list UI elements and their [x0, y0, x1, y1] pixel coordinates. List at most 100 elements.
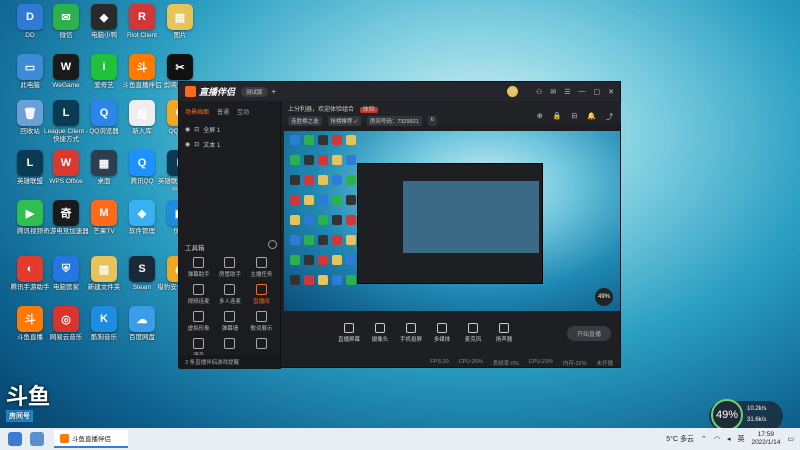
control-button[interactable]: 多媒体: [430, 323, 454, 343]
tools-title: 工具箱: [185, 245, 205, 252]
tool-item[interactable]: 主播任务: [246, 257, 277, 278]
menu-icon[interactable]: ☰: [564, 88, 570, 96]
preview-icon: [318, 175, 328, 185]
app-title: 直播伴侣: [199, 87, 236, 97]
control-button[interactable]: 摄像头: [368, 323, 392, 343]
control-button[interactable]: 手机投屏: [399, 323, 423, 343]
scene-item[interactable]: ◉ ⊡ 全屏 1: [179, 122, 280, 137]
desktop-icon[interactable]: ▤ 图片: [156, 4, 204, 40]
app-icon: ◎: [53, 306, 79, 332]
app-icon: W: [53, 54, 79, 80]
lock-icon[interactable]: ⊡: [194, 141, 199, 148]
tool-icon: [255, 284, 267, 295]
eye-icon[interactable]: ◉: [185, 141, 190, 148]
scene-tabs: 场景画面 普通 互动: [179, 101, 280, 122]
tool-item[interactable]: 歌词展示: [246, 311, 277, 332]
preview-icon: [318, 215, 328, 225]
preview-icon: [290, 195, 300, 205]
minimize-icon[interactable]: —: [579, 88, 586, 95]
preview-icon: [304, 215, 314, 225]
app-icon: ✉: [53, 4, 79, 30]
app-icon: ◈: [129, 200, 155, 226]
share-icon[interactable]: ⤴: [606, 112, 613, 122]
add-icon[interactable]: ⊕: [537, 112, 543, 122]
tool-item[interactable]: 弹幕助手: [183, 257, 214, 278]
app-titlebar: 直播伴侣 测试版 + 斗 ⚇ ✉ ☰ — ▢ ✕: [179, 82, 620, 101]
taskbar-app[interactable]: 斗鱼直播伴侣: [54, 430, 128, 448]
tab[interactable]: 场景画面: [185, 107, 209, 116]
preview-icon: [346, 255, 356, 265]
tab[interactable]: 普通: [217, 107, 229, 116]
bell-icon[interactable]: 🔔: [587, 112, 596, 122]
app-icon: ▭: [17, 54, 43, 80]
tool-icon: [193, 338, 205, 349]
left-panel: 场景画面 普通 互动 ◉ ⊡ 全屏 1 ◉ ⊡ 文本 1 工具箱 弹幕助手 房管助手 主播任务 视频…: [179, 101, 281, 369]
tool-item[interactable]: 直播间: [246, 284, 277, 305]
scene-label: 文本 1: [203, 143, 221, 149]
lock-icon[interactable]: 🔒: [553, 112, 562, 122]
tool-item[interactable]: 房管助手: [214, 257, 245, 278]
tool-item[interactable]: 多人连麦: [214, 284, 245, 305]
app-icon: ◆: [91, 4, 117, 30]
preview-icon: [332, 195, 342, 205]
mail-icon[interactable]: ✉: [550, 88, 556, 96]
close-icon[interactable]: ✕: [608, 88, 614, 96]
preview-icon: [304, 135, 314, 145]
search-icon[interactable]: [30, 432, 44, 446]
tool-item[interactable]: 视频连麦: [183, 284, 214, 305]
tool-icon: [193, 257, 205, 268]
start-live-button[interactable]: 开始直播: [566, 325, 611, 341]
app-icon: Q: [129, 150, 155, 176]
gear-icon[interactable]: [268, 240, 277, 249]
notification-icon[interactable]: ▭: [787, 435, 794, 443]
notice-button[interactable]: 体验: [359, 107, 378, 113]
maximize-icon[interactable]: ▢: [594, 88, 601, 96]
network-gauge[interactable]: 49% 10.2k/s 31.6k/s: [709, 399, 783, 431]
control-button[interactable]: 直播屏幕: [337, 323, 361, 343]
layout-icon[interactable]: ⊟: [571, 112, 577, 122]
tool-icon: [224, 311, 236, 322]
taskbar: 斗鱼直播伴侣 5°C 多云 ⌃ ◠ ◂ 英 17:59 2022/1/14 ▭: [0, 428, 800, 450]
wifi-icon[interactable]: ◠: [714, 435, 720, 443]
preview-canvas[interactable]: 49%: [284, 131, 620, 311]
eye-icon[interactable]: ◉: [185, 126, 190, 133]
status-item: 内存:32%: [562, 361, 587, 367]
tool-label: 多人连麦: [218, 299, 241, 305]
preview-icon: [290, 235, 300, 245]
skin-icon[interactable]: ⚇: [536, 88, 542, 96]
preview-icon: [318, 195, 328, 205]
chevron-up-icon[interactable]: ⌃: [701, 435, 707, 443]
control-icon: [468, 323, 478, 333]
clock[interactable]: 17:59 2022/1/14: [751, 431, 780, 447]
scene-item[interactable]: ◉ ⊡ 文本 1: [179, 137, 280, 152]
lock-icon[interactable]: ⊡: [194, 126, 199, 133]
tool-item[interactable]: 弹幕墙: [214, 311, 245, 332]
tip-bar[interactable]: 3 条直播伴侣游戏提醒: [179, 355, 280, 369]
nested-preview-inner: [403, 181, 539, 253]
preview-icon: [318, 275, 328, 285]
preview-icon: [346, 175, 356, 185]
desktop-icon[interactable]: ☁ 百度网盘: [118, 306, 166, 342]
tab[interactable]: 互动: [237, 107, 249, 116]
preview-icon: [332, 215, 342, 225]
start-icon[interactable]: [8, 432, 22, 446]
preview-icon: [318, 255, 328, 265]
add-icon[interactable]: +: [272, 87, 277, 96]
weather[interactable]: 5°C 多云: [666, 434, 694, 444]
preview-icon: [290, 155, 300, 165]
preview-icon: [304, 275, 314, 285]
preview-icon: [290, 135, 300, 145]
tool-item[interactable]: 虚拟形象: [183, 311, 214, 332]
taskbar-app-label: 斗鱼直播伴侣: [72, 436, 111, 443]
volume-icon[interactable]: ◂: [727, 435, 731, 443]
ime-indicator[interactable]: 英: [737, 434, 744, 444]
logo-icon: [185, 86, 196, 97]
status-item: CPU:26%: [458, 359, 483, 365]
status-item: 丢帧率:0%: [492, 361, 519, 367]
control-button[interactable]: 麦克风: [461, 323, 485, 343]
info-chip: 房间号码：7329921: [366, 116, 422, 126]
app-icon: ▥: [91, 256, 117, 282]
control-label: 多媒体: [433, 337, 451, 343]
avatar[interactable]: 斗: [507, 86, 519, 97]
control-button[interactable]: 扬声器: [492, 323, 516, 343]
